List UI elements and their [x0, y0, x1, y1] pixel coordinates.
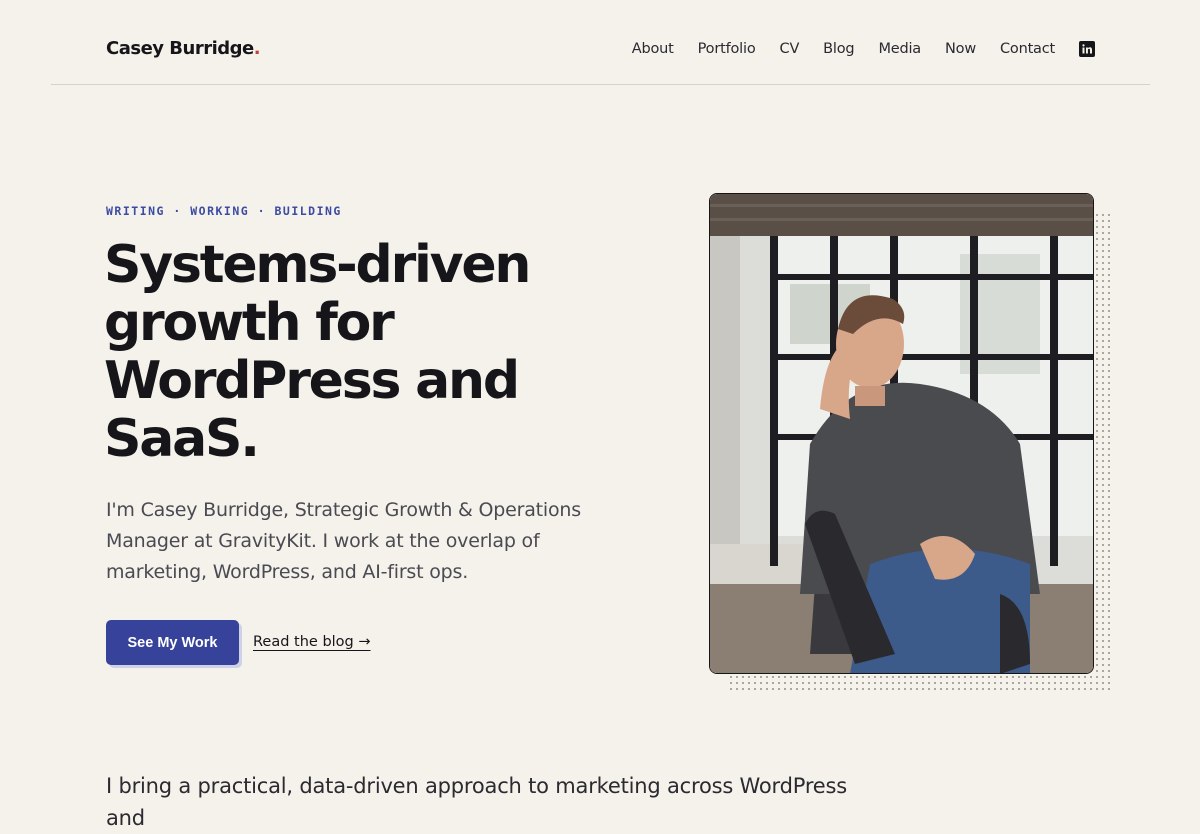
profile-photo: [709, 193, 1094, 674]
hero-eyebrow: WRITING · WORKING · BUILDING: [106, 204, 342, 218]
about-intro-text: I bring a practical, data-driven approac…: [106, 774, 848, 830]
main-nav: About Portfolio CV Blog Media Now Contac…: [608, 41, 1095, 57]
see-my-work-button[interactable]: See My Work: [106, 620, 239, 665]
nav-now[interactable]: Now: [945, 41, 976, 57]
hero-headline: Systems-driven growth for WordPress and …: [104, 235, 531, 469]
nav-contact[interactable]: Contact: [1000, 41, 1055, 57]
nav-media[interactable]: Media: [878, 41, 921, 57]
nav-portfolio[interactable]: Portfolio: [698, 41, 756, 57]
linkedin-icon[interactable]: [1079, 41, 1095, 57]
site-header: Casey Burridge. About Portfolio CV Blog …: [51, 0, 1150, 85]
brand-name: Casey Burridge: [106, 38, 254, 59]
site-logo[interactable]: Casey Burridge.: [106, 38, 261, 59]
nav-blog[interactable]: Blog: [823, 41, 854, 57]
read-blog-link[interactable]: Read the blog →: [253, 634, 371, 650]
portrait-illustration: [710, 194, 1093, 673]
nav-cv[interactable]: CV: [780, 41, 800, 57]
nav-about[interactable]: About: [632, 41, 674, 57]
hero-intro: I'm Casey Burridge, Strategic Growth & O…: [106, 499, 581, 583]
brand-dot: .: [253, 38, 261, 59]
